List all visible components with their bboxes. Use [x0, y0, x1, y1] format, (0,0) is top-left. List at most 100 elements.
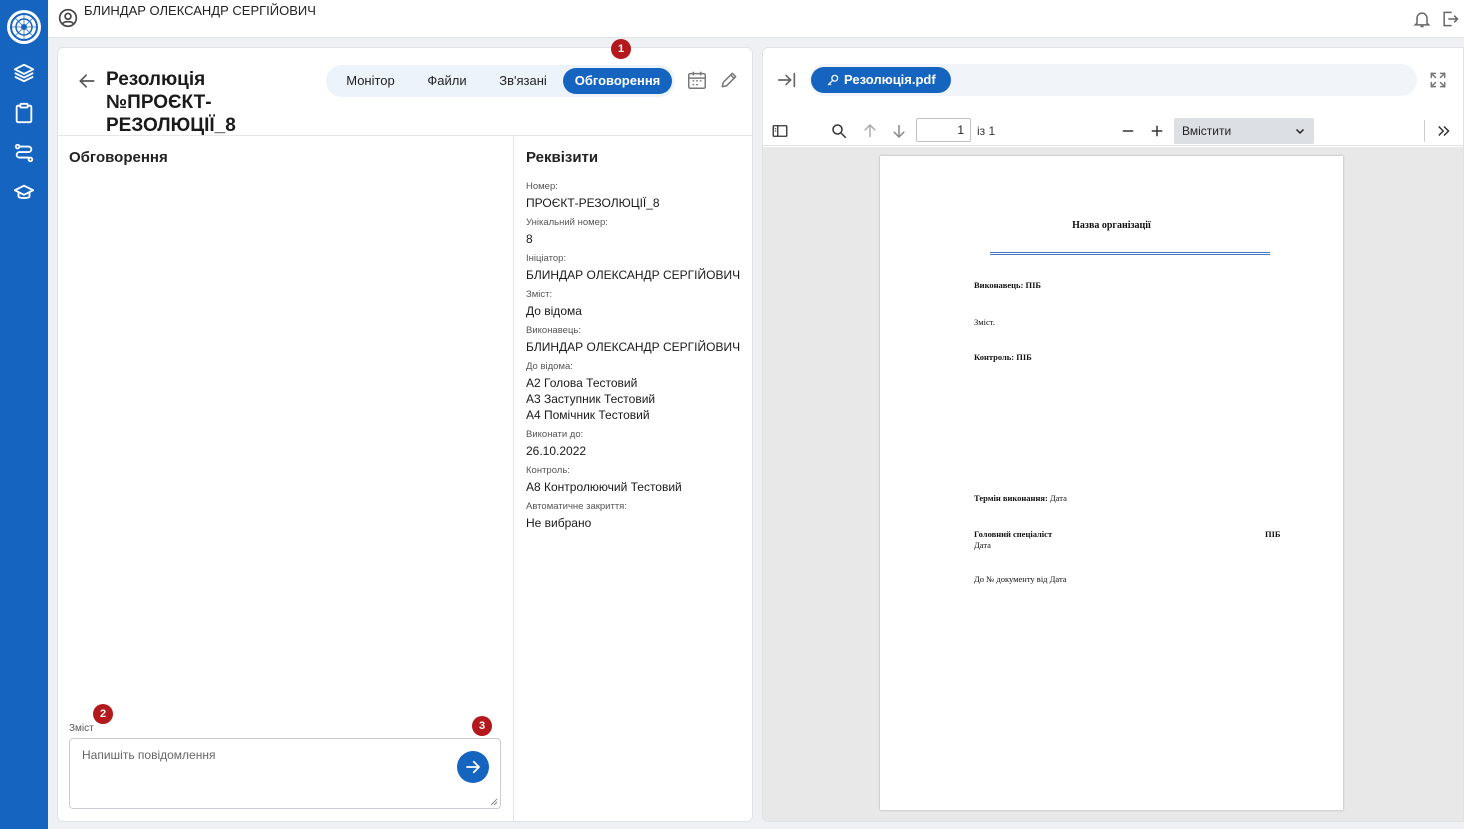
- pdf-footer: До № документу від Дата: [974, 574, 1067, 584]
- requisite-label: Виконавець:: [526, 325, 581, 336]
- pdf-header-line: [990, 252, 1270, 255]
- document-header: Резолюція №ПРОЄКТ-РЕЗОЛЮЦІЇ_8 Монітор Фа…: [58, 39, 752, 136]
- step-badge-1: 1: [611, 39, 631, 59]
- file-viewer-panel: Резолюція.pdf із 1 Вмістити: [762, 47, 1464, 822]
- pdf-signer: ПІБ: [1265, 529, 1281, 539]
- discussion-title: Обговорення: [69, 149, 168, 166]
- send-button[interactable]: [457, 751, 489, 783]
- tab-files[interactable]: Файли: [409, 68, 485, 94]
- requisite-value: 26.10.2022: [526, 444, 587, 458]
- more-tools-icon[interactable]: [1434, 121, 1454, 141]
- fullscreen-icon[interactable]: [1427, 69, 1449, 91]
- next-page-icon[interactable]: [889, 121, 909, 141]
- requisite-value: А8 Контролюючий Тестовий: [526, 480, 682, 494]
- step-badge-3: 3: [472, 716, 492, 736]
- requisite-label: Номер:: [526, 181, 558, 192]
- requisites-section: Реквізити Номер: ПРОЄКТ-РЕЗОЛЮЦІЇ_8 Унік…: [514, 136, 753, 822]
- user-avatar-icon[interactable]: [58, 8, 78, 28]
- bell-icon[interactable]: [1412, 9, 1432, 29]
- requisite-due-date: Виконати до: 26.10.2022: [526, 428, 751, 459]
- requisite-label: Виконати до:: [526, 429, 584, 440]
- arrow-right-icon: [466, 760, 480, 774]
- message-input[interactable]: [70, 739, 500, 808]
- pdf-executor-value: ПІБ: [1025, 280, 1042, 290]
- requisite-value: А3 Заступник Тестовий: [526, 392, 656, 406]
- requisite-value: До відома: [526, 304, 582, 318]
- back-arrow-icon[interactable]: [74, 68, 100, 94]
- requisite-value: 8: [526, 232, 533, 246]
- pdf-content: Зміст.: [974, 317, 995, 327]
- requisite-value: А2 Голова Тестовий: [526, 376, 638, 390]
- requisite-number: Номер: ПРОЄКТ-РЕЗОЛЮЦІЇ_8: [526, 180, 751, 211]
- page-number-input[interactable]: [916, 118, 971, 142]
- requisite-value: БЛИНДАР ОЛЕКСАНДР СЕРГІЙОВИЧ: [526, 268, 741, 282]
- requisite-content: Зміст: До відома: [526, 288, 751, 319]
- logout-icon[interactable]: [1440, 9, 1460, 29]
- page-title: Резолюція №ПРОЄКТ-РЕЗОЛЮЦІЇ_8: [106, 69, 236, 136]
- message-box: [69, 738, 501, 809]
- requisite-label: До відома:: [526, 361, 573, 372]
- sidebar-toggle-icon[interactable]: [770, 121, 790, 141]
- requisite-label: Зміст:: [526, 289, 553, 300]
- edit-pencil-icon[interactable]: [717, 68, 741, 92]
- pdf-deadline: Термін виконання: Дата: [974, 493, 1067, 503]
- requisite-label: Автоматичне закриття:: [526, 501, 627, 512]
- zoom-in-icon[interactable]: [1147, 121, 1167, 141]
- requisite-unique-number: Унікальний номер: 8: [526, 216, 751, 247]
- file-name: Резолюція.pdf: [844, 72, 936, 87]
- pdf-page: Назва організації Виконавець: ПІБ Зміст.…: [880, 156, 1343, 810]
- discussion-section: Обговорення 2 Зміст 3: [58, 136, 513, 822]
- pdf-date: Дата: [974, 540, 991, 550]
- pdf-deadline-value: Дата: [1049, 493, 1067, 503]
- clipboard-icon[interactable]: [12, 101, 36, 125]
- graduation-icon[interactable]: [12, 181, 36, 205]
- tab-discussion[interactable]: Обговорення: [563, 68, 672, 94]
- tab-bar: Монітор Файли Зв'язані Обговорення: [326, 65, 675, 97]
- message-field-label: Зміст: [69, 723, 94, 734]
- zoom-out-icon[interactable]: [1118, 121, 1138, 141]
- requisite-label: Унікальний номер:: [526, 217, 608, 228]
- toolbar-separator: [1424, 120, 1425, 142]
- routes-icon[interactable]: [12, 141, 36, 165]
- requisite-label: Контроль:: [526, 465, 570, 476]
- resize-grip-icon[interactable]: [490, 798, 498, 806]
- requisite-auto-close: Автоматичне закриття: Не вибрано: [526, 500, 751, 531]
- requisite-executor: Виконавець: БЛИНДАР ОЛЕКСАНДР СЕРГІЙОВИЧ: [526, 324, 751, 355]
- zoom-select[interactable]: Вмістити: [1174, 118, 1314, 144]
- chevron-down-icon: [1295, 128, 1305, 135]
- pdf-toolbar: із 1 Вмістити: [763, 116, 1463, 146]
- requisite-value: Не вибрано: [526, 516, 592, 530]
- pdf-executor: Виконавець: ПІБ: [974, 280, 1041, 290]
- requisite-fyi: До відома: А2 Голова Тестовий А3 Заступн…: [526, 360, 751, 423]
- requisites-title: Реквізити: [526, 149, 599, 166]
- requisite-control: Контроль: А8 Контролюючий Тестовий: [526, 464, 751, 495]
- top-bar: БЛИНДАР ОЛЕКСАНДР СЕРГІЙОВИЧ: [48, 0, 1464, 38]
- requisites-list: Номер: ПРОЄКТ-РЕЗОЛЮЦІЇ_8 Унікальний ном…: [526, 180, 751, 536]
- previous-page-icon[interactable]: [860, 121, 880, 141]
- tab-related[interactable]: Зв'язані: [485, 68, 561, 94]
- calendar-icon[interactable]: [685, 68, 709, 92]
- zoom-value: Вмістити: [1182, 124, 1232, 138]
- pdf-org-name: Назва організації: [1072, 220, 1151, 231]
- requisite-initiator: Ініціатор: БЛИНДАР ОЛЕКСАНДР СЕРГІЙОВИЧ: [526, 252, 751, 283]
- pdf-position: Головний спеціаліст: [974, 529, 1053, 539]
- search-icon[interactable]: [829, 121, 849, 141]
- pdf-control: Контроль: ПІБ: [974, 352, 1032, 362]
- layers-icon[interactable]: [12, 61, 36, 85]
- page-total-label: із 1: [977, 124, 996, 138]
- step-badge-2: 2: [93, 704, 113, 724]
- requisite-value: БЛИНДАР ОЛЕКСАНДР СЕРГІЙОВИЧ: [526, 340, 741, 354]
- pdf-control-label: Контроль:: [974, 352, 1015, 362]
- tab-monitor[interactable]: Монітор: [332, 68, 409, 94]
- requisite-value: А4 Помічник Тестовий: [526, 408, 650, 422]
- pdf-canvas[interactable]: Назва організації Виконавець: ПІБ Зміст.…: [763, 147, 1463, 821]
- file-tab-pdf[interactable]: Резолюція.pdf: [811, 67, 951, 93]
- requisite-value: ПРОЄКТ-РЕЗОЛЮЦІЇ_8: [526, 196, 660, 210]
- requisite-label: Ініціатор:: [526, 253, 567, 264]
- logo[interactable]: [7, 10, 41, 44]
- pdf-control-value: ПІБ: [1016, 352, 1032, 362]
- pdf-executor-label: Виконавець:: [974, 280, 1024, 290]
- collapse-panel-icon[interactable]: [775, 68, 799, 92]
- key-icon: [827, 74, 839, 86]
- sidebar: [0, 0, 48, 829]
